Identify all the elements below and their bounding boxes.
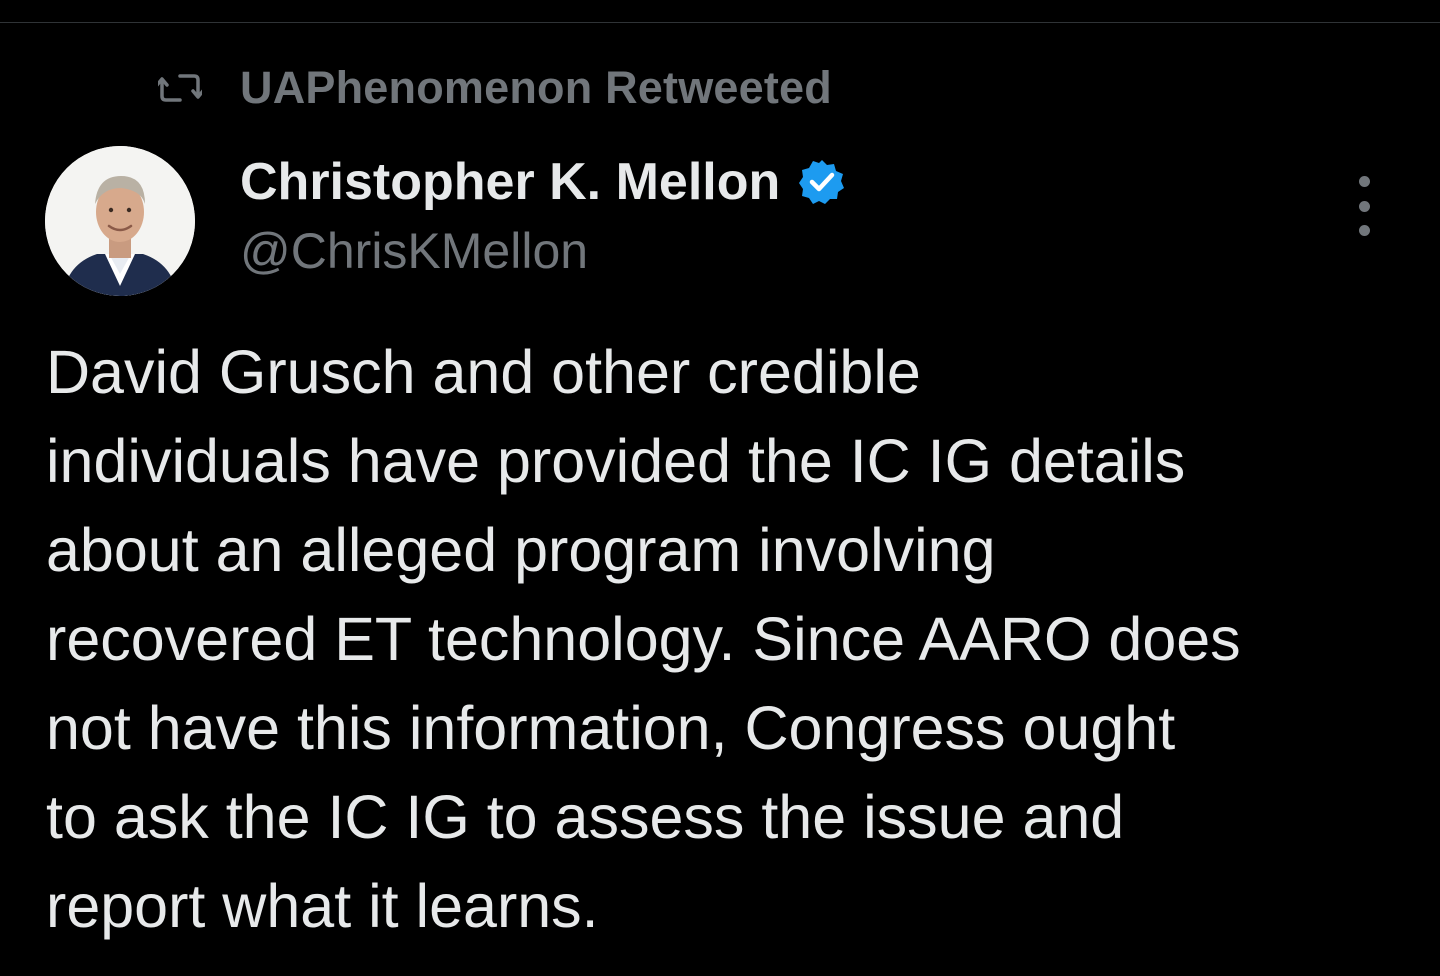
tweet-text-line: recovered ET technology. Since AARO does — [46, 605, 1241, 673]
retweet-context[interactable]: UAPhenomenon Retweeted — [158, 62, 832, 114]
more-vertical-icon[interactable] — [1344, 176, 1384, 236]
retweet-icon — [158, 71, 202, 105]
tweet-text-line: individuals have provided the IC IG deta… — [46, 427, 1186, 495]
tweet-text-line: David Grusch and other credible — [46, 338, 921, 406]
tweet-text-line: about an alleged program involving — [46, 516, 996, 584]
tweet-text: David Grusch and other credible individu… — [46, 328, 1416, 951]
more-dot — [1358, 176, 1370, 187]
author-name-row[interactable]: Christopher K. Mellon — [240, 150, 846, 214]
author-display-name[interactable]: Christopher K. Mellon — [240, 152, 780, 212]
more-dot — [1358, 225, 1370, 236]
tweet-text-line: to ask the IC IG to assess the issue and — [46, 783, 1125, 851]
more-dot — [1358, 200, 1370, 212]
verified-badge-icon[interactable] — [798, 158, 846, 206]
tweet-text-line: not have this information, Congress ough… — [46, 694, 1176, 762]
top-divider — [0, 22, 1440, 23]
avatar[interactable] — [45, 146, 195, 296]
tweet-text-line: report what it learns. — [46, 872, 599, 940]
author-handle[interactable]: @ChrisKMellon — [240, 222, 588, 280]
retweet-label[interactable]: UAPhenomenon Retweeted — [240, 62, 832, 114]
